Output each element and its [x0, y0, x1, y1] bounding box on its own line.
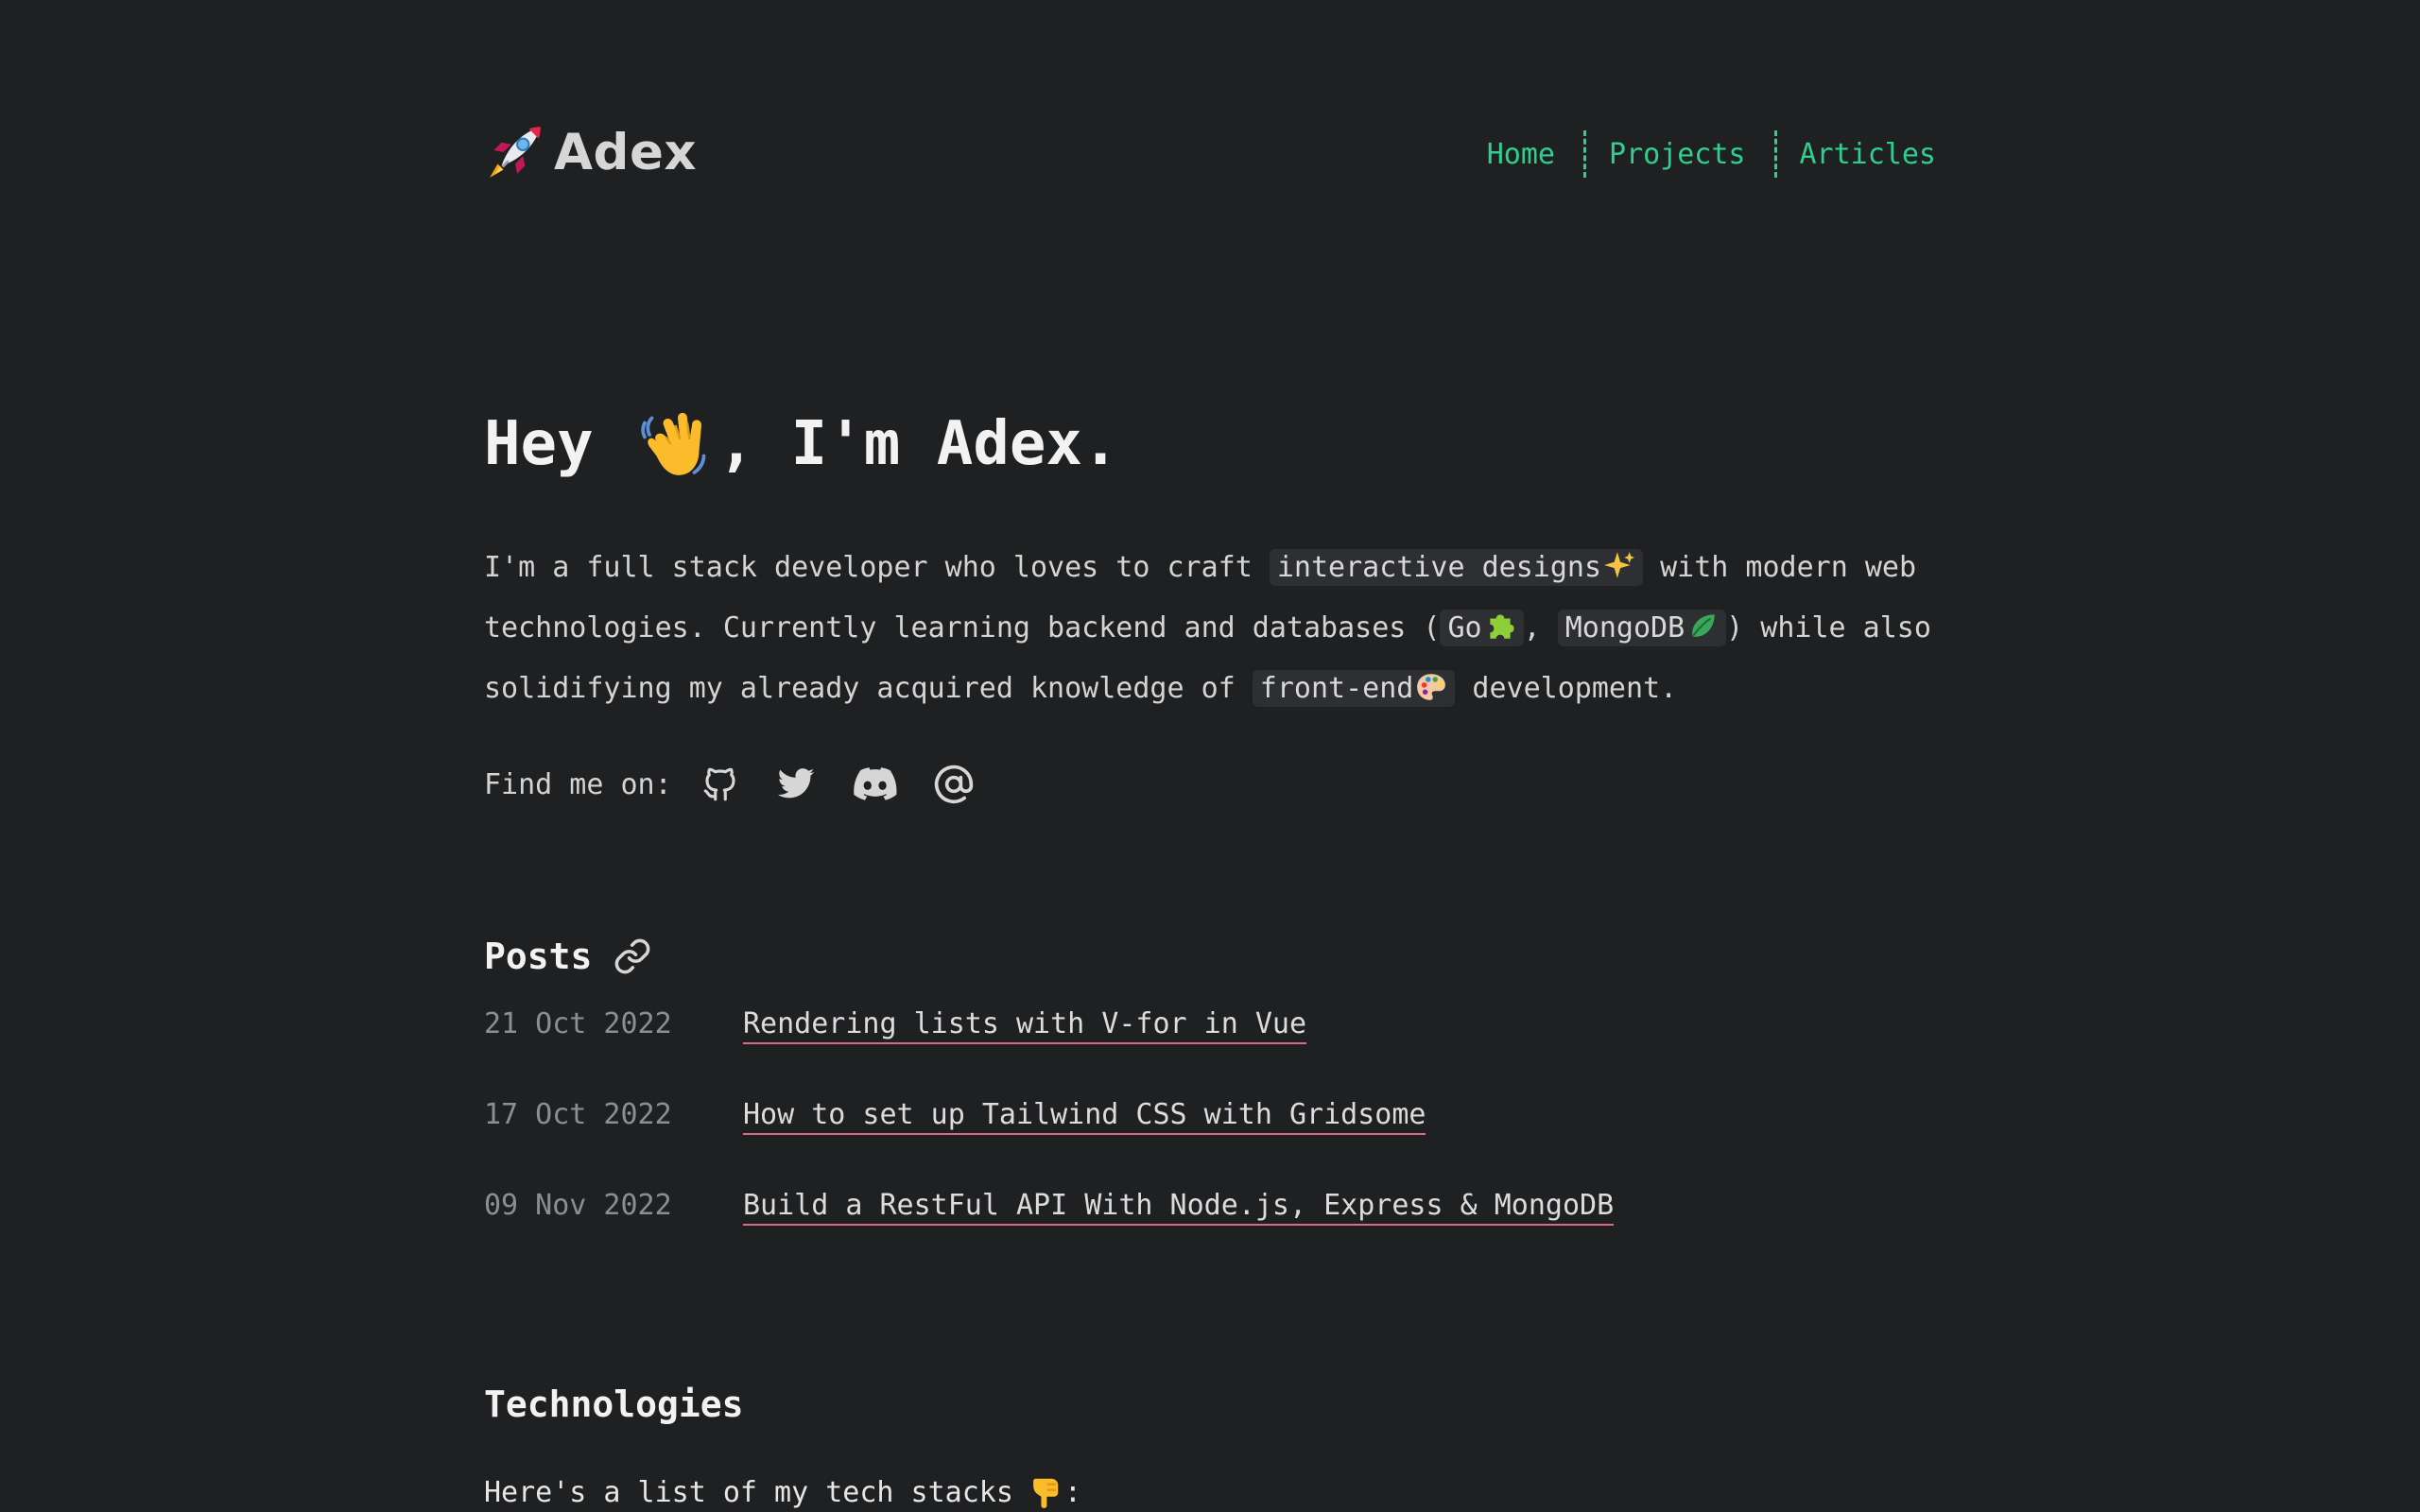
main-nav: Home Projects Articles	[1487, 130, 1936, 178]
post-title-link[interactable]: Build a RestFul API With Node.js, Expres…	[743, 1189, 1615, 1226]
code-highlight: front-end	[1252, 670, 1456, 707]
code-highlight-label: MongoDB	[1564, 611, 1685, 644]
technologies-intro-suffix: :	[1063, 1475, 1081, 1509]
brand-name: Adex	[554, 123, 698, 181]
waving-hand-icon	[640, 412, 705, 475]
email-at-icon[interactable]	[933, 764, 975, 805]
posts-heading: Posts	[484, 936, 652, 977]
twitter-icon[interactable]	[776, 765, 816, 804]
pointing-down-icon	[1033, 1478, 1059, 1508]
intro-text: technologies. Currently learning backend…	[484, 611, 1441, 644]
technologies-intro: Here's a list of my tech stacks :	[484, 1474, 1081, 1510]
social-links	[700, 764, 1011, 805]
sparkles-icon	[1604, 552, 1634, 578]
post-item: 17 Oct 2022 How to set up Tailwind CSS w…	[484, 1098, 1936, 1189]
post-title-link[interactable]: How to set up Tailwind CSS with Gridsome	[743, 1098, 1426, 1135]
code-highlight-label: Go	[1447, 611, 1482, 644]
post-item: 09 Nov 2022 Build a RestFul API With Nod…	[484, 1189, 1936, 1280]
post-date: 21 Oct 2022	[484, 1007, 672, 1040]
intro-text: ,	[1523, 611, 1558, 644]
technologies-heading: Technologies	[484, 1383, 744, 1425]
palette-icon	[1417, 674, 1446, 700]
code-highlight: interactive designs	[1269, 549, 1644, 586]
github-icon[interactable]	[700, 765, 740, 804]
brand-link[interactable]: Adex	[484, 121, 697, 183]
discord-icon[interactable]	[852, 765, 897, 804]
post-date: 09 Nov 2022	[484, 1189, 672, 1222]
post-title-link[interactable]: Rendering lists with V-for in Vue	[743, 1007, 1307, 1044]
puzzle-piece-icon	[1489, 614, 1514, 639]
find-me-label: Find me on:	[484, 767, 672, 801]
leaf-icon	[1691, 614, 1715, 638]
hero-title-greeting: Hey	[484, 409, 594, 479]
nav-projects[interactable]: Projects	[1609, 138, 1746, 171]
hero-title: Hey , I'm Adex.	[484, 406, 1118, 482]
intro-text: ) while also	[1726, 611, 1931, 644]
intro-text: solidifying my already acquired knowledg…	[484, 672, 1253, 705]
intro-text: I'm a full stack developer who loves to …	[484, 551, 1270, 584]
code-highlight-label: front-end	[1259, 672, 1414, 705]
rocket-icon	[490, 127, 541, 178]
posts-list: 21 Oct 2022 Rendering lists with V-for i…	[484, 1007, 1936, 1280]
nav-articles[interactable]: Articles	[1800, 138, 1937, 171]
nav-separator	[1773, 130, 1777, 178]
intro-text: with modern web	[1643, 551, 1916, 584]
link-icon[interactable]	[613, 936, 652, 976]
technologies-intro-text: Here's a list of my tech stacks	[484, 1475, 1013, 1509]
hero-title-name: , I'm Adex.	[717, 409, 1119, 479]
find-me-row: Find me on:	[484, 764, 1011, 805]
post-item: 21 Oct 2022 Rendering lists with V-for i…	[484, 1007, 1936, 1098]
intro-text: development.	[1455, 672, 1678, 705]
nav-home[interactable]: Home	[1487, 138, 1555, 171]
nav-separator	[1583, 130, 1586, 178]
intro-paragraph: I'm a full stack developer who loves to …	[484, 538, 1931, 719]
post-date: 17 Oct 2022	[484, 1098, 672, 1131]
code-highlight: Go	[1440, 610, 1524, 646]
posts-heading-label: Posts	[484, 936, 593, 977]
code-highlight-label: interactive designs	[1276, 551, 1602, 584]
site-header: Adex Home Projects Articles	[484, 112, 1936, 191]
code-highlight: MongoDB	[1557, 610, 1727, 646]
